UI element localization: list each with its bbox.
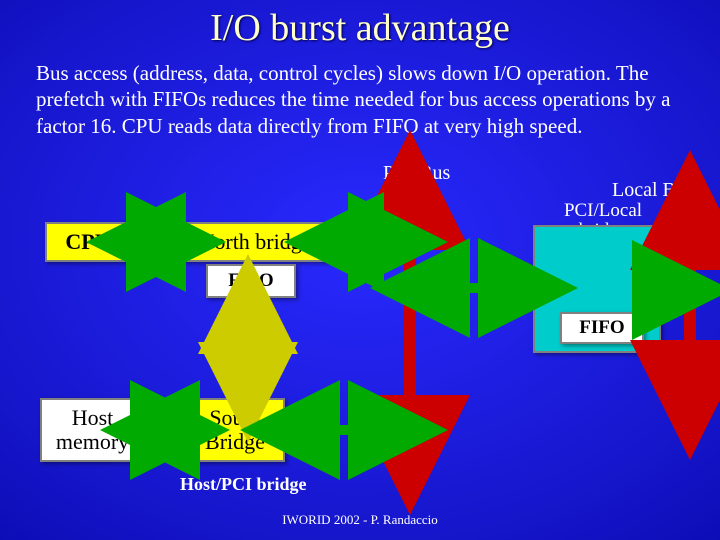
cpu-box: CPU bbox=[45, 222, 131, 262]
slide-footer: IWORID 2002 - P. Randaccio bbox=[0, 512, 720, 528]
host-pci-bridge-label: Host/PCI bridge bbox=[180, 474, 307, 495]
north-bridge-box: North bridge bbox=[180, 222, 330, 262]
host-memory-box: Host memory bbox=[40, 398, 145, 462]
fifo-box-1: FIFO bbox=[206, 264, 296, 298]
local-bus-label: Local Bus bbox=[612, 179, 694, 202]
pci-bus-label: PCI Bus bbox=[383, 162, 450, 185]
body-paragraph: Bus access (address, data, control cycle… bbox=[36, 60, 684, 139]
fifo-box-2: FIFO bbox=[560, 312, 644, 344]
slide-title: I/O burst advantage bbox=[0, 6, 720, 50]
south-bridge-box: South Bridge bbox=[185, 398, 285, 462]
